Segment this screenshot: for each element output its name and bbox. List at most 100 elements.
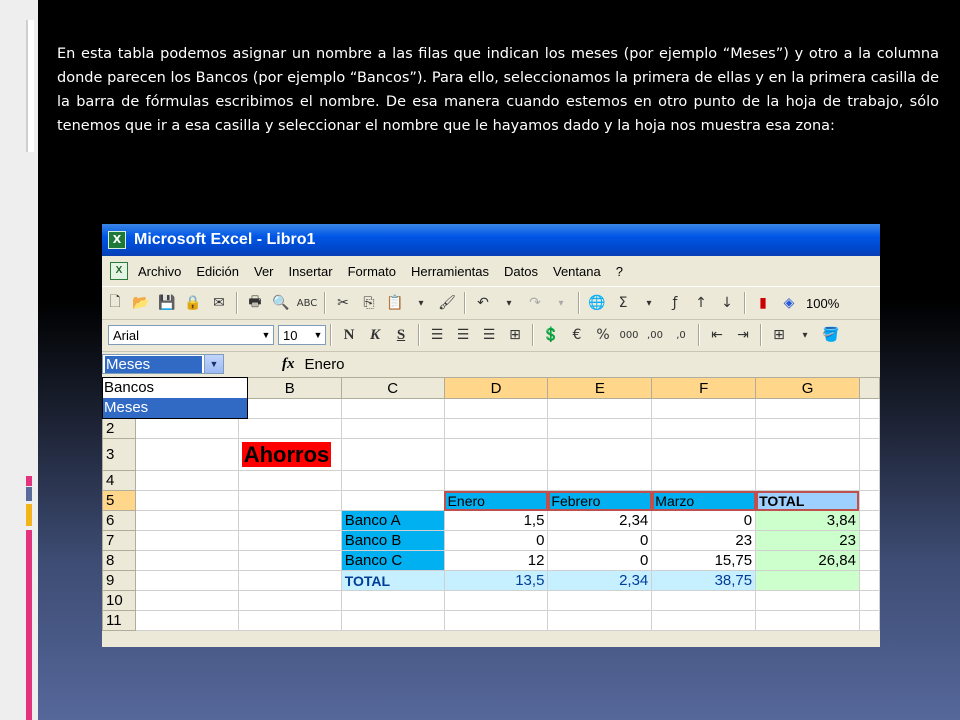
cell[interactable] [134,438,239,471]
value-cell[interactable]: 0 [651,510,757,531]
email-icon[interactable]: ✉ [208,292,230,314]
formula-content[interactable]: Enero [305,356,345,373]
cell[interactable] [858,418,880,439]
cell[interactable] [858,438,880,471]
cell[interactable] [340,470,445,491]
cell[interactable] [858,398,880,419]
row-header-7[interactable]: 7 [102,530,136,551]
decrease-decimal-icon[interactable]: ,0 [670,324,692,346]
cell[interactable] [651,418,757,439]
save-icon[interactable]: 💾 [156,292,178,314]
new-document-icon[interactable]: 🗋 [104,292,126,314]
value-cell[interactable]: 15,75 [651,550,757,571]
chevron-down-icon[interactable]: ▼ [259,330,273,340]
menu-ver[interactable]: Ver [254,264,274,279]
cell[interactable] [858,590,880,611]
menu-insertar[interactable]: Insertar [289,264,333,279]
cell[interactable] [134,490,239,511]
spelling-icon[interactable]: ABC [296,292,318,314]
cut-icon[interactable]: ✂ [332,292,354,314]
cell[interactable] [651,438,757,471]
copy-icon[interactable]: ⎘ [358,292,380,314]
comma-style-icon[interactable]: 000 [618,324,640,346]
value-cell[interactable]: 23 [651,530,757,551]
name-box-value[interactable]: Meses [105,355,202,373]
column-header-h[interactable] [858,377,880,399]
cell[interactable] [858,490,880,511]
header-cell-enero[interactable]: Enero [443,490,549,511]
cell[interactable] [547,610,653,631]
print-preview-icon[interactable]: 🔍 [270,292,292,314]
cell[interactable] [134,470,239,491]
cell[interactable] [547,590,653,611]
cell[interactable] [755,470,860,491]
percent-style-icon[interactable]: % [592,324,614,346]
cell[interactable] [237,590,342,611]
sort-descending-icon[interactable]: ↓ [716,292,738,314]
cell[interactable] [651,590,757,611]
autosum-dropdown-icon[interactable]: ▾ [638,292,660,314]
cell[interactable] [340,398,445,419]
chevron-down-icon[interactable]: ▼ [311,330,325,340]
bank-cell-a[interactable]: Banco A [340,510,445,531]
row-header-4[interactable]: 4 [102,470,136,491]
value-cell[interactable]: 12 [443,550,549,571]
cell[interactable] [134,510,239,531]
cell[interactable] [134,530,239,551]
total-value-cell[interactable]: 13,5 [443,570,549,591]
cell[interactable] [443,470,549,491]
permission-icon[interactable]: 🔒 [182,292,204,314]
align-center-icon[interactable]: ☰ [452,324,474,346]
cell[interactable] [237,550,342,571]
font-name-select[interactable]: Arial ▼ [108,325,274,345]
increase-decimal-icon[interactable]: ,00 [644,324,666,346]
function-icon[interactable]: fx [282,356,295,373]
row-header-5[interactable]: 5 [102,490,136,511]
cell[interactable] [547,470,653,491]
cell[interactable] [755,590,860,611]
cell[interactable] [651,610,757,631]
total-cell[interactable]: 3,84 [755,510,860,531]
borders-dropdown-icon[interactable]: ▾ [794,324,816,346]
currency-style-icon[interactable]: 💲 [540,324,562,346]
hyperlink-icon[interactable]: 🌐 [586,292,608,314]
cell[interactable] [134,590,239,611]
decrease-indent-icon[interactable]: ⇤ [706,324,728,346]
value-cell[interactable]: 0 [443,530,549,551]
row-header-10[interactable]: 10 [102,590,136,611]
align-right-icon[interactable]: ☰ [478,324,500,346]
total-value-cell[interactable]: 2,34 [547,570,653,591]
menu-edicion[interactable]: Edición [196,264,239,279]
cell[interactable] [755,418,860,439]
cell[interactable] [237,570,342,591]
cell[interactable] [858,610,880,631]
cell[interactable] [651,470,757,491]
menu-archivo[interactable]: Archivo [138,264,181,279]
open-folder-icon[interactable]: 📂 [130,292,152,314]
cell[interactable] [755,610,860,631]
merge-center-icon[interactable]: ⊞ [504,324,526,346]
value-cell[interactable]: 0 [547,530,653,551]
cell[interactable] [443,438,549,471]
total-cell[interactable]: 23 [755,530,860,551]
chart-wizard-icon[interactable]: ▮ [752,292,774,314]
cell[interactable] [443,418,549,439]
header-cell-marzo[interactable]: Marzo [651,490,757,511]
cell[interactable] [340,610,445,631]
bank-cell-b[interactable]: Banco B [340,530,445,551]
fill-color-icon[interactable]: 🪣 [820,324,842,346]
cell[interactable] [237,530,342,551]
cell[interactable] [547,418,653,439]
increase-indent-icon[interactable]: ⇥ [732,324,754,346]
align-left-icon[interactable]: ☰ [426,324,448,346]
drawing-icon[interactable]: ◈ [778,292,800,314]
sort-ascending-icon[interactable]: ↑ [690,292,712,314]
workbook-icon[interactable]: X [110,262,128,280]
column-header-c[interactable]: C [340,377,445,399]
cell[interactable] [547,398,653,419]
menu-formato[interactable]: Formato [348,264,396,279]
undo-dropdown-icon[interactable]: ▾ [498,292,520,314]
cell[interactable] [134,418,239,439]
cell[interactable] [340,418,445,439]
cell[interactable] [134,570,239,591]
